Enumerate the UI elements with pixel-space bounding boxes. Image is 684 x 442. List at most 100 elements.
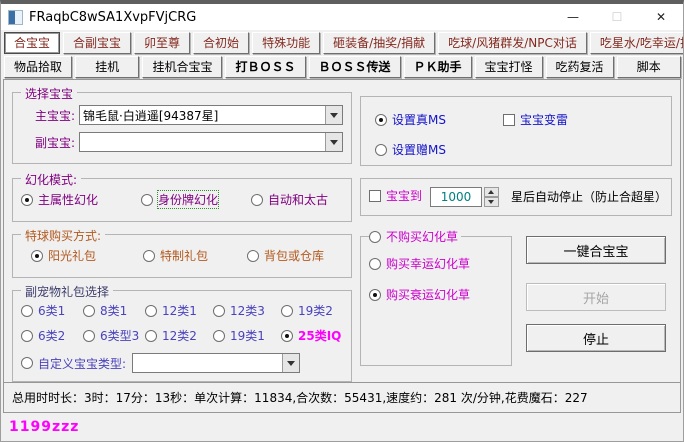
triangle-down-icon xyxy=(488,200,494,204)
star-count-spinner[interactable]: 1000 xyxy=(430,187,499,207)
checkbox-pet-reach[interactable]: 宝宝到 xyxy=(369,187,422,204)
radio-pack-6-2[interactable]: 6类2 xyxy=(21,327,83,344)
status-text: 总用时时长：3时：17分：13秒：单次计算：11834,合次数：55431,速度… xyxy=(12,389,588,406)
tab-item-pickup[interactable]: 物品拾取 xyxy=(4,56,72,78)
group-grass: 不购买幻化草 购买幸运幻化草 购买衰运幻化草 xyxy=(360,236,512,366)
custom-pet-type-combobox[interactable] xyxy=(132,353,300,373)
radio-icon xyxy=(83,330,95,342)
group-morph-mode-title: 幻化模式: xyxy=(21,171,81,188)
tab-medicine-revive[interactable]: 吃药复活 xyxy=(546,56,614,78)
tab-afk-combine[interactable]: 挂机合宝宝 xyxy=(142,56,222,78)
radio-main-attr-morph[interactable]: 主属性幻化 xyxy=(21,191,141,208)
checkbox-pet-to-thunder[interactable]: 宝宝变雷 xyxy=(503,111,568,128)
radio-pack-12-3[interactable]: 12类3 xyxy=(213,302,281,319)
app-window: FRaqbC8wSA1XvpFVjCRG — ☐ ✕ 合宝宝 合副宝宝 卯至尊 … xyxy=(0,0,684,442)
radio-pack-19-1[interactable]: 19类1 xyxy=(213,327,281,344)
checkbox-label: 宝宝变雷 xyxy=(520,111,568,128)
radio-pack-12-1[interactable]: 12类1 xyxy=(145,302,213,319)
radio-identity-card-morph[interactable]: 身份牌幻化 xyxy=(141,191,251,208)
tab-combine-sub-pet[interactable]: 合副宝宝 xyxy=(63,32,131,54)
status-bar: 总用时时长：3时：17分：13秒：单次计算：11834,合次数：55431,速度… xyxy=(4,382,680,412)
radio-label: 设置赠MS xyxy=(392,141,446,158)
radio-custom-pet-type[interactable]: 自定义宝宝类型: xyxy=(21,355,126,372)
group-sub-pet-pack: 副宠物礼包选择 6类1 8类1 12类1 12类3 19类2 6类2 6类型3 … xyxy=(12,290,352,382)
group-ms-settings: 设置真MS 宝宝变雷 设置赠MS xyxy=(360,96,672,166)
radio-bag-or-warehouse[interactable]: 背包或仓库 xyxy=(247,247,324,264)
radio-label: 19类2 xyxy=(298,302,333,319)
radio-icon xyxy=(247,250,259,262)
radio-set-gift-ms[interactable]: 设置赠MS xyxy=(375,141,446,158)
tab-fight-boss[interactable]: 打ＢＯＳＳ xyxy=(225,56,305,78)
main-pet-dropdown-button[interactable] xyxy=(325,106,342,124)
radio-icon xyxy=(83,305,95,317)
radio-pack-6-1[interactable]: 6类1 xyxy=(21,302,83,319)
chevron-down-icon xyxy=(330,113,338,118)
radio-sunshine-pack[interactable]: 阳光礼包 xyxy=(31,247,143,264)
close-button[interactable]: ✕ xyxy=(639,4,683,30)
radio-pack-19-2[interactable]: 19类2 xyxy=(281,302,333,319)
group-select-pet-title: 选择宝宝 xyxy=(21,85,77,102)
radio-label: 12类3 xyxy=(230,302,265,319)
radio-icon xyxy=(375,144,387,156)
radio-pack-6t-3[interactable]: 6类型3 xyxy=(83,327,145,344)
tab-row-2: 物品拾取 挂机 挂机合宝宝 打ＢＯＳＳ ＢＯＳＳ传送 ＰＫ助手 宝宝打怪 吃药复… xyxy=(1,54,683,78)
radio-label: 主属性幻化 xyxy=(38,191,98,208)
tab-smash-equip-lottery-donate[interactable]: 砸装备/抽奖/捐献 xyxy=(323,32,435,54)
main-pet-label: 主宝宝: xyxy=(19,107,75,124)
minimize-button[interactable]: — xyxy=(551,4,595,30)
radio-icon xyxy=(251,194,263,206)
chevron-down-icon xyxy=(287,361,295,366)
app-icon xyxy=(8,10,23,25)
radio-icon xyxy=(145,330,157,342)
radio-special-pack[interactable]: 特制礼包 xyxy=(143,247,247,264)
radio-label: 不购买幻化草 xyxy=(386,228,458,245)
radio-icon xyxy=(369,231,381,243)
star-count-input[interactable]: 1000 xyxy=(430,187,482,207)
tab-script[interactable]: 脚本 xyxy=(617,56,681,78)
start-button: 开始 xyxy=(526,283,666,311)
radio-pack-25-iq[interactable]: 25类IQ xyxy=(281,327,341,344)
radio-icon xyxy=(141,194,153,206)
star-stop-suffix: 星后自动停止（防止合超星） xyxy=(511,187,667,207)
right-column: 设置真MS 宝宝变雷 设置赠MS xyxy=(356,80,680,382)
radio-label: 12类2 xyxy=(162,327,197,344)
radio-icon xyxy=(369,258,381,270)
tab-special-functions[interactable]: 特殊功能 xyxy=(252,32,320,54)
tab-pet-fight[interactable]: 宝宝打怪 xyxy=(475,56,543,78)
custom-pet-type-dropdown-button[interactable] xyxy=(282,354,299,372)
stop-button[interactable]: 停止 xyxy=(526,324,666,352)
radio-pack-12-2[interactable]: 12类2 xyxy=(145,327,213,344)
main-pet-value: 锦毛鼠·白逍遥[94387星] xyxy=(80,107,325,124)
tab-combine-pet[interactable]: 合宝宝 xyxy=(4,32,60,54)
radio-label: 6类1 xyxy=(38,302,65,319)
radio-icon xyxy=(21,357,33,369)
maximize-button: ☐ xyxy=(595,4,639,30)
radio-auto-taigu[interactable]: 自动和太古 xyxy=(251,191,328,208)
tab-combine-initial[interactable]: 合初始 xyxy=(193,32,249,54)
spinner-up-button[interactable] xyxy=(484,187,499,197)
tab-pk-assist[interactable]: ＰＫ助手 xyxy=(404,56,472,78)
title-bar: FRaqbC8wSA1XvpFVjCRG — ☐ ✕ xyxy=(1,4,683,30)
radio-buy-unlucky-grass[interactable]: 购买衰运幻化草 xyxy=(369,286,507,303)
one-key-combine-button[interactable]: 一键合宝宝 xyxy=(526,236,666,264)
checkbox-label: 宝宝到 xyxy=(386,187,422,204)
tab-eat-star-water[interactable]: 吃星水/吃幸运/捐团 xyxy=(590,32,684,54)
main-pet-combobox[interactable]: 锦毛鼠·白逍遥[94387星] xyxy=(79,105,343,125)
radio-buy-lucky-grass[interactable]: 购买幸运幻化草 xyxy=(369,255,507,272)
sub-pet-combobox[interactable] xyxy=(79,132,343,152)
radio-set-real-ms[interactable]: 设置真MS xyxy=(375,111,503,128)
radio-no-buy-grass[interactable]: 不购买幻化草 xyxy=(369,228,461,245)
radio-label: 8类1 xyxy=(100,302,127,319)
tab-boss-teleport[interactable]: ＢＯＳＳ传送 xyxy=(309,56,401,78)
main-panel: 选择宝宝 主宝宝: 锦毛鼠·白逍遥[94387星] 副宝宝: xyxy=(3,79,681,413)
footer: 1199zzz xyxy=(1,413,683,440)
tab-eat-ball-npc-dialog[interactable]: 吃球/风猪群发/NPC对话 xyxy=(438,32,587,54)
sub-pet-dropdown-button[interactable] xyxy=(325,133,342,151)
left-column: 选择宝宝 主宝宝: 锦毛鼠·白逍遥[94387星] 副宝宝: xyxy=(4,80,356,382)
tab-mao-supreme[interactable]: 卯至尊 xyxy=(134,32,190,54)
tab-afk[interactable]: 挂机 xyxy=(75,56,139,78)
radio-label: 自动和太古 xyxy=(268,191,328,208)
spinner-down-button[interactable] xyxy=(484,197,499,207)
radio-icon xyxy=(31,250,43,262)
radio-pack-8-1[interactable]: 8类1 xyxy=(83,302,145,319)
